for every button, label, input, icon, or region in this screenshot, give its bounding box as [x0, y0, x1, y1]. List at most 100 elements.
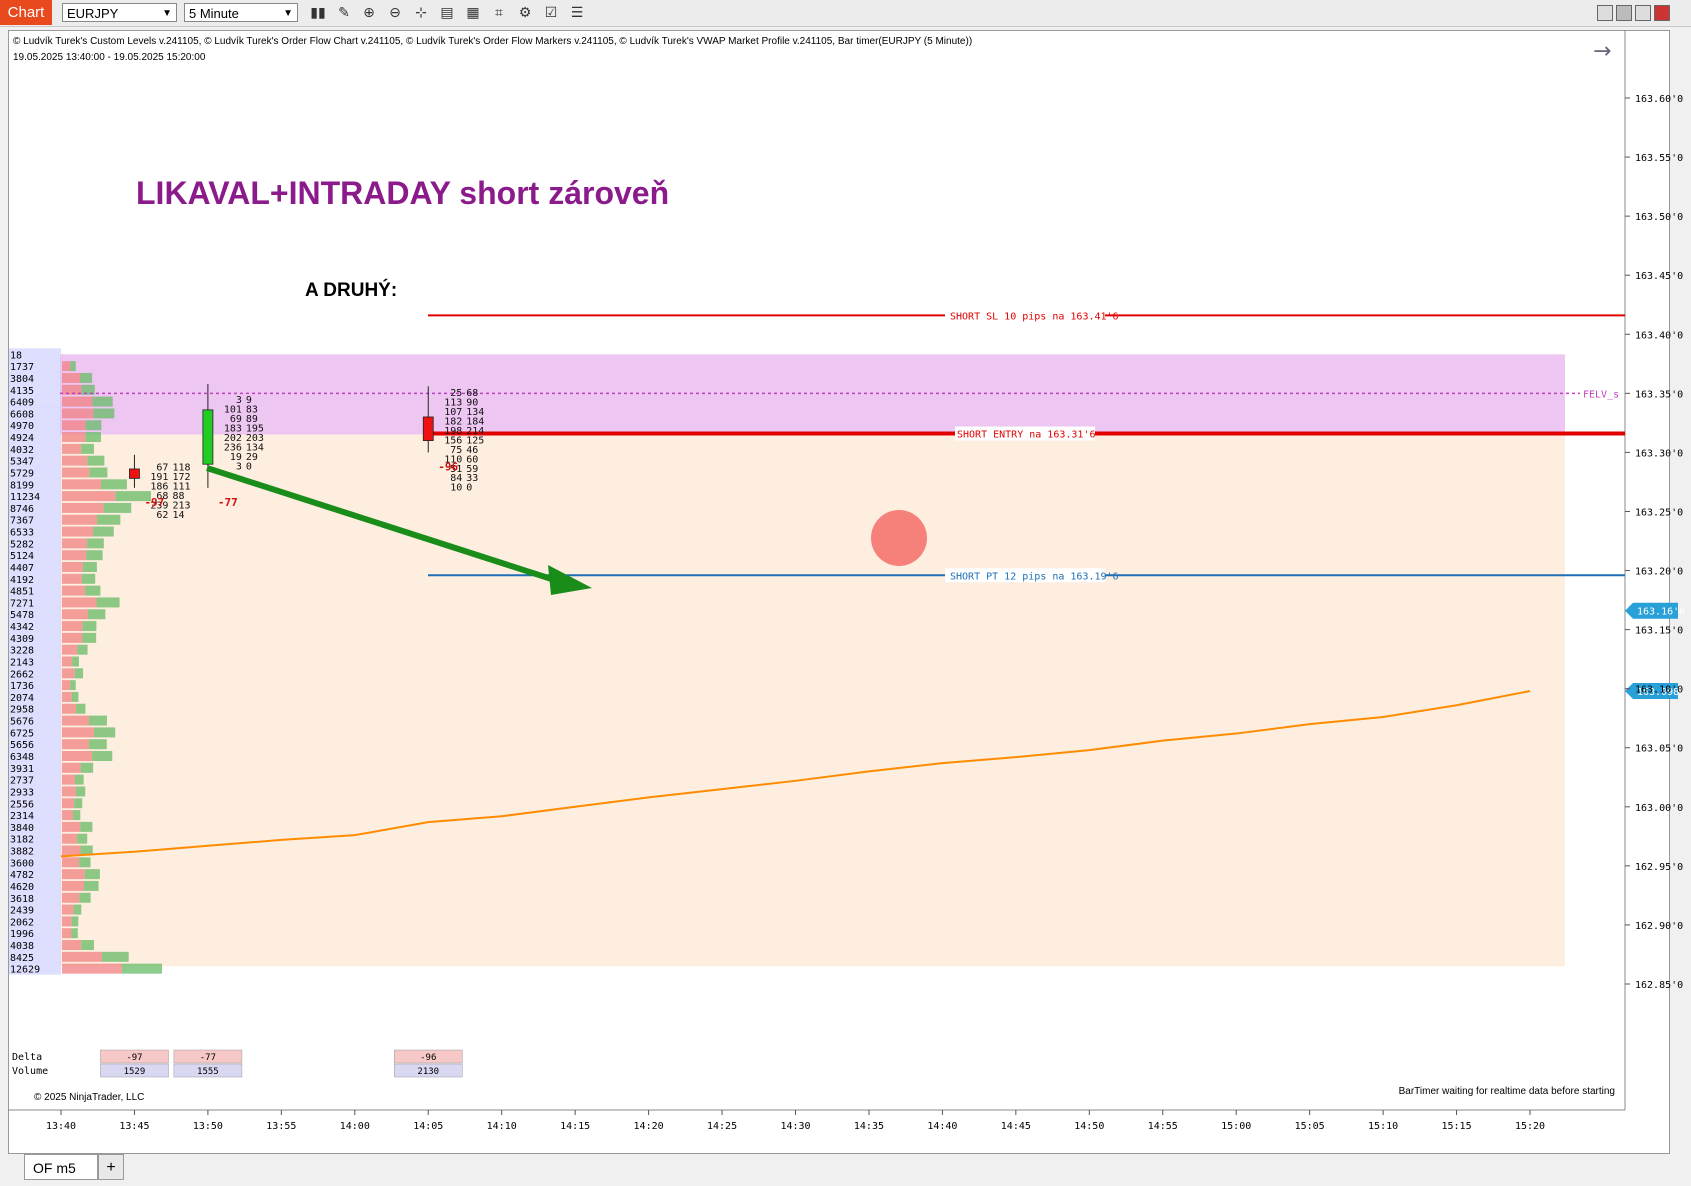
profile-buy-bar [92, 396, 113, 407]
profile-sell-bar [62, 573, 82, 584]
profile-buy-bar [79, 892, 91, 903]
y-tick-label: 163.00'0 [1635, 803, 1683, 814]
x-tick-label: 13:55 [266, 1121, 296, 1132]
x-tick-label: 14:15 [560, 1121, 590, 1132]
profile-volume-label: 4970 [10, 421, 34, 432]
profile-volume-label: 4032 [10, 445, 34, 456]
profile-sell-bar [62, 727, 94, 738]
profile-buy-bar [70, 361, 76, 372]
profile-sell-bar [62, 904, 74, 915]
profile-volume-label: 12629 [10, 965, 40, 976]
profile-volume-label: 4924 [10, 433, 34, 444]
tab-of-m5[interactable]: OF m5 [24, 1154, 98, 1180]
y-tick-label: 163.35'0 [1635, 389, 1683, 400]
profile-volume-label: 7271 [10, 598, 34, 609]
profile-buy-bar [100, 479, 127, 490]
candle-body [129, 468, 140, 479]
x-tick-label: 14:05 [413, 1121, 443, 1132]
profile-buy-bar [79, 857, 91, 868]
profile-volume-label: 4620 [10, 882, 34, 893]
cluster-bid: 62 [156, 510, 168, 521]
profile-sell-bar [62, 739, 89, 750]
profile-sell-bar [62, 479, 101, 490]
x-tick-label: 13:45 [119, 1121, 149, 1132]
profile-sell-bar [62, 550, 87, 561]
profile-volume-label: 6533 [10, 528, 34, 539]
subhead-annotation: A DRUHÝ: [305, 279, 397, 301]
copyright: © 2025 NinjaTrader, LLC [34, 1092, 144, 1103]
profile-buy-bar [93, 727, 116, 738]
delta-value: -77 [200, 1053, 216, 1063]
volume-value: 1529 [124, 1067, 146, 1077]
profile-buy-bar [102, 951, 129, 962]
profile-sell-bar [62, 928, 72, 939]
profile-buy-bar [84, 869, 100, 880]
profile-sell-bar [62, 656, 73, 667]
profile-volume-label: 4851 [10, 587, 34, 598]
profile-volume-label: 3931 [10, 764, 34, 775]
profile-sell-bar [62, 916, 72, 927]
scroll-right-arrow-icon[interactable]: → [1593, 39, 1611, 64]
x-tick-label: 14:40 [927, 1121, 957, 1132]
profile-volume-label: 2439 [10, 906, 34, 917]
x-tick-label: 15:20 [1515, 1121, 1545, 1132]
zones-layer [60, 354, 1565, 967]
profile-volume-label: 4135 [10, 386, 34, 397]
profile-volume-label: 2958 [10, 705, 34, 716]
profile-sell-bar [62, 703, 77, 714]
profile-volume-label: 7367 [10, 516, 34, 527]
profile-buy-bar [74, 798, 83, 809]
value-area-high-zone [60, 354, 1565, 435]
profile-sell-bar [62, 467, 90, 478]
profile-volume-label: 4342 [10, 622, 34, 633]
headline-annotation: LIKAVAL+INTRADAY short zároveň [136, 175, 669, 211]
profile-volume-label: 6608 [10, 409, 34, 420]
add-tab-button[interactable]: + [98, 1154, 124, 1180]
profile-buy-bar [71, 691, 79, 702]
profile-volume-label: 11234 [10, 492, 40, 503]
y-tick-label: 163.40'0 [1635, 330, 1683, 341]
profile-buy-bar [88, 715, 107, 726]
x-tick-label: 15:05 [1295, 1121, 1325, 1132]
profile-sell-bar [62, 443, 82, 454]
short-pt-label: SHORT PT 12 pips na 163.19'6 [950, 571, 1119, 582]
profile-sell-bar [62, 396, 93, 407]
bartimer-status: BarTimer waiting for realtime data befor… [1399, 1086, 1615, 1097]
profile-sell-bar [62, 526, 94, 537]
profile-volume-label: 5124 [10, 551, 34, 562]
profile-buy-bar [70, 680, 76, 691]
delta-volume-rows: Delta Volume -97 1529 -77 1555 -96 2130 [12, 1049, 463, 1078]
profile-sell-bar [62, 561, 83, 572]
highlight-circle [871, 510, 927, 566]
profile-sell-bar [62, 361, 71, 372]
felv-label: FELV_s [1583, 389, 1619, 400]
profile-sell-bar [62, 951, 103, 962]
y-tick-label: 163.15'0 [1635, 626, 1683, 637]
profile-buy-bar [82, 561, 97, 572]
profile-volume-label: 4038 [10, 941, 34, 952]
x-tick-label: 14:35 [854, 1121, 884, 1132]
profile-volume-label: 2662 [10, 669, 34, 680]
profile-volume-label: 4192 [10, 575, 34, 586]
profile-buy-bar [122, 963, 162, 974]
profile-sell-bar [62, 880, 84, 891]
profile-buy-bar [80, 821, 93, 832]
profile-volume-label: 2062 [10, 917, 34, 928]
profile-sell-bar [62, 691, 72, 702]
profile-sell-bar [62, 609, 89, 620]
delta-value: -97 [126, 1053, 142, 1063]
profile-buy-bar [74, 668, 84, 679]
profile-buy-bar [85, 432, 101, 443]
short-sl-label: SHORT SL 10 pips na 163.41'6 [950, 311, 1119, 322]
x-tick-label: 13:40 [46, 1121, 76, 1132]
profile-sell-bar [62, 715, 89, 726]
x-tick-label: 15:00 [1221, 1121, 1251, 1132]
profile-sell-bar [62, 940, 82, 951]
y-tick-label: 163.45'0 [1635, 271, 1683, 282]
profile-buy-bar [72, 810, 81, 821]
profile-volume-label: 5729 [10, 468, 34, 479]
profile-volume-label: 4407 [10, 563, 34, 574]
x-tick-label: 14:50 [1074, 1121, 1104, 1132]
x-tick-label: 15:10 [1368, 1121, 1398, 1132]
profile-volume-label: 8199 [10, 480, 34, 491]
